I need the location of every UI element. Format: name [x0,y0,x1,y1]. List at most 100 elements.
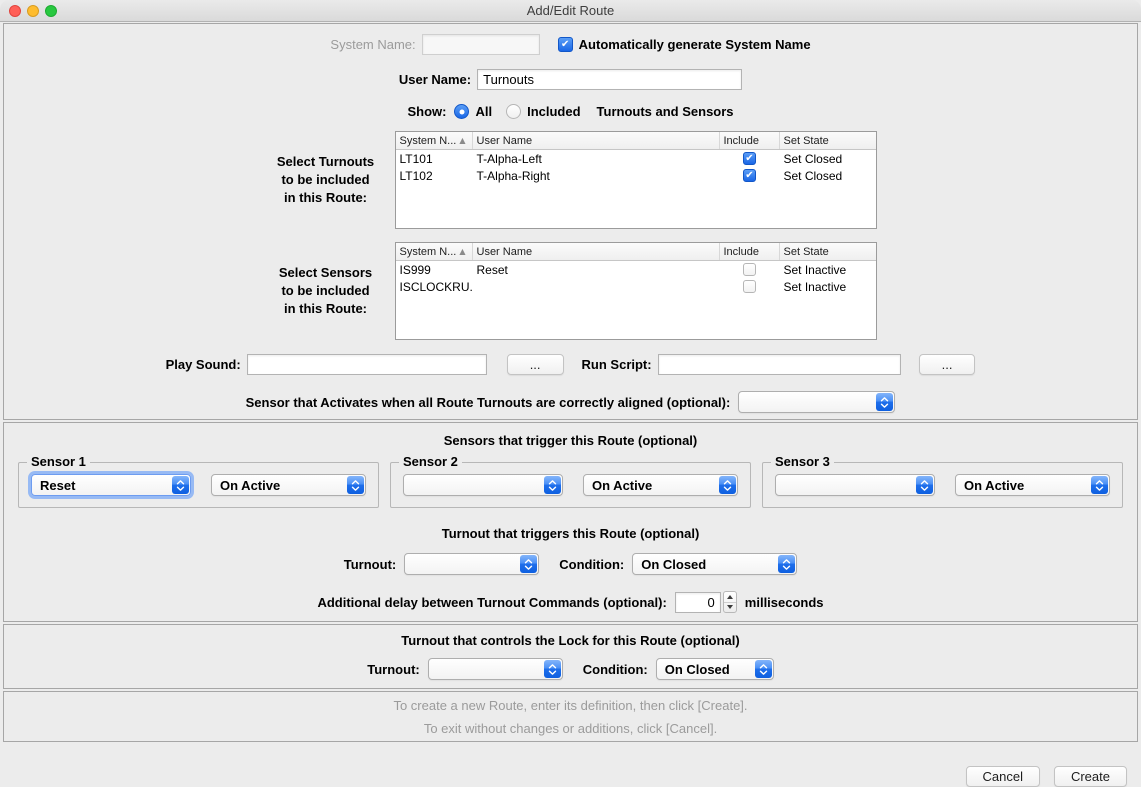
route-definition-panel: System Name: Automatically generate Syst… [3,23,1138,420]
select-sensors-label: Select Sensors to be included in this Ro… [265,264,387,318]
delay-row: Additional delay between Turnout Command… [4,591,1137,613]
auto-system-name-checkbox[interactable] [558,37,573,52]
aligned-sensor-row: Sensor that Activates when all Route Tur… [4,391,1137,413]
run-script-input[interactable] [658,354,901,375]
sensors-col-system-name[interactable]: System N... ▲ [396,243,473,260]
chevron-up-down-icon [347,476,364,494]
sensors-table: System N... ▲ User Name Include Set Stat… [395,242,877,340]
include-checkbox[interactable] [743,263,756,276]
system-name-input[interactable] [422,34,540,55]
set-state-cell[interactable]: Set Closed [780,152,876,166]
minimize-window-button[interactable] [27,5,39,17]
play-sound-browse-button[interactable]: ... [507,354,564,375]
combo-value: On Closed [633,557,777,572]
sensor-3-mode-select[interactable]: On Active [955,474,1110,496]
stepper-down-icon[interactable] [724,603,736,613]
lock-turnout-row: Turnout: Condition: On Closed [4,658,1137,680]
condition-label: Condition: [559,557,624,572]
turnouts-col-user-name[interactable]: User Name [473,132,720,149]
chevron-up-down-icon [1091,476,1108,494]
cancel-button[interactable]: Cancel [966,766,1040,787]
lock-section-title: Turnout that controls the Lock for this … [4,633,1137,648]
chevron-up-down-icon [520,555,537,573]
show-label: Show: [407,104,446,119]
delay-input[interactable] [675,592,721,613]
sensor-3-group: Sensor 3 On Active [762,462,1123,508]
sensors-block: Select Sensors to be included in this Ro… [4,242,1137,340]
run-script-label: Run Script: [582,357,652,372]
chevron-up-down-icon [544,660,561,678]
hints-panel: To create a new Route, enter its definit… [3,691,1138,742]
turnout-label: Turnout: [344,557,396,572]
sensor-2-mode-select[interactable]: On Active [583,474,738,496]
table-row: IS999 Reset Set Inactive [396,261,876,278]
table-row: ISCLOCKRU... Set Inactive [396,278,876,295]
sensors-col-include[interactable]: Include [720,243,780,260]
table-row: LT101 T-Alpha-Left Set Closed [396,150,876,167]
turnouts-col-set-state[interactable]: Set State [780,132,876,149]
milliseconds-label: milliseconds [745,595,824,610]
include-checkbox[interactable] [743,152,756,165]
turnouts-col-include[interactable]: Include [720,132,780,149]
turnouts-col-system-name[interactable]: System N... ▲ [396,132,473,149]
close-window-button[interactable] [9,5,21,17]
sensor-1-group: Sensor 1 Reset On Active [18,462,379,508]
sensor-1-group-title: Sensor 1 [27,454,90,469]
aligned-sensor-select[interactable] [738,391,895,413]
sensor-3-select[interactable] [775,474,935,496]
chevron-up-down-icon [719,476,736,494]
sensor-1-select[interactable]: Reset [31,474,191,496]
traffic-lights [9,5,57,17]
show-all-label: All [475,104,492,119]
show-all-radio[interactable] [454,104,469,119]
sensors-col-set-state[interactable]: Set State [780,243,876,260]
aligned-sensor-label: Sensor that Activates when all Route Tur… [246,395,731,410]
combo-value: On Closed [657,662,754,677]
system-name-cell: ISCLOCKRU... [396,280,473,294]
stepper-up-icon[interactable] [724,592,736,603]
zoom-window-button[interactable] [45,5,57,17]
chevron-up-down-icon [778,555,795,573]
combo-value: On Active [584,478,718,493]
user-name-cell: T-Alpha-Right [473,169,720,183]
sensors-col-user-name[interactable]: User Name [473,243,720,260]
select-turnouts-label: Select Turnouts to be included in this R… [265,153,387,207]
include-checkbox[interactable] [743,280,756,293]
table-row: LT102 T-Alpha-Right Set Closed [396,167,876,184]
sensor-1-mode-select[interactable]: On Active [211,474,366,496]
show-included-radio[interactable] [506,104,521,119]
lock-panel: Turnout that controls the Lock for this … [3,624,1138,689]
chevron-up-down-icon [544,476,561,494]
trigger-sensors-row: Sensor 1 Reset On Active [4,462,1137,508]
include-checkbox[interactable] [743,169,756,182]
system-name-cell: IS999 [396,263,473,277]
cancel-hint: To exit without changes or additions, cl… [4,721,1137,736]
create-button[interactable]: Create [1054,766,1127,787]
set-state-cell[interactable]: Set Inactive [780,280,876,294]
lock-condition-select[interactable]: On Closed [656,658,774,680]
sort-ascending-icon: ▲ [459,136,465,145]
window-title: Add/Edit Route [527,3,614,18]
lock-turnout-label: Turnout: [367,662,419,677]
sensor-3-group-title: Sensor 3 [771,454,834,469]
system-name-row: System Name: Automatically generate Syst… [4,34,1137,55]
sensor-2-select[interactable] [403,474,563,496]
turnouts-table: System N... ▲ User Name Include Set Stat… [395,131,877,229]
set-state-cell[interactable]: Set Closed [780,169,876,183]
set-state-cell[interactable]: Set Inactive [780,263,876,277]
user-name-row: User Name: [4,69,1137,90]
turnouts-block: Select Turnouts to be included in this R… [4,131,1137,229]
show-row: Show: All Included Turnouts and Sensors [4,104,1137,119]
play-sound-input[interactable] [247,354,487,375]
user-name-cell: Reset [473,263,720,277]
trigger-condition-select[interactable]: On Closed [632,553,797,575]
add-edit-route-window: Add/Edit Route System Name: Automaticall… [0,0,1141,787]
show-included-label: Included [527,104,580,119]
run-script-browse-button[interactable]: ... [919,354,976,375]
create-hint: To create a new Route, enter its definit… [4,698,1137,713]
lock-turnout-select[interactable] [428,658,563,680]
dialog-content: System Name: Automatically generate Syst… [0,22,1141,756]
user-name-input[interactable] [477,69,742,90]
trigger-turnout-select[interactable] [404,553,539,575]
delay-stepper[interactable] [723,591,737,613]
